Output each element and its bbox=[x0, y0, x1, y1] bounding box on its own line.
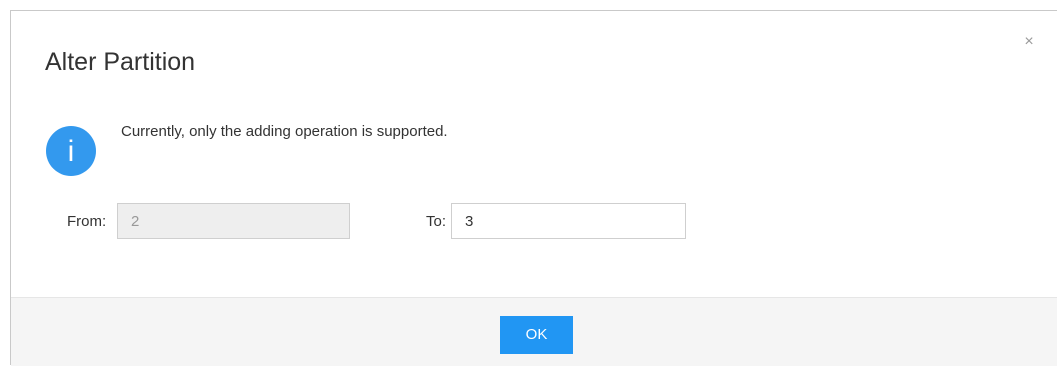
dialog-title: Alter Partition bbox=[45, 48, 196, 76]
close-icon[interactable]: × bbox=[1022, 34, 1036, 50]
from-input bbox=[117, 203, 350, 239]
info-icon: i bbox=[46, 126, 96, 176]
ok-button[interactable]: OK bbox=[500, 316, 573, 354]
to-input[interactable] bbox=[451, 203, 686, 239]
info-message: Currently, only the adding operation is … bbox=[121, 123, 448, 140]
info-glyph: i bbox=[68, 135, 75, 168]
from-label: From: bbox=[67, 213, 107, 230]
to-label: To: bbox=[426, 213, 447, 230]
dialog-footer: OK bbox=[11, 297, 1057, 366]
alter-partition-dialog: Alter Partition × i Currently, only the … bbox=[10, 10, 1057, 366]
